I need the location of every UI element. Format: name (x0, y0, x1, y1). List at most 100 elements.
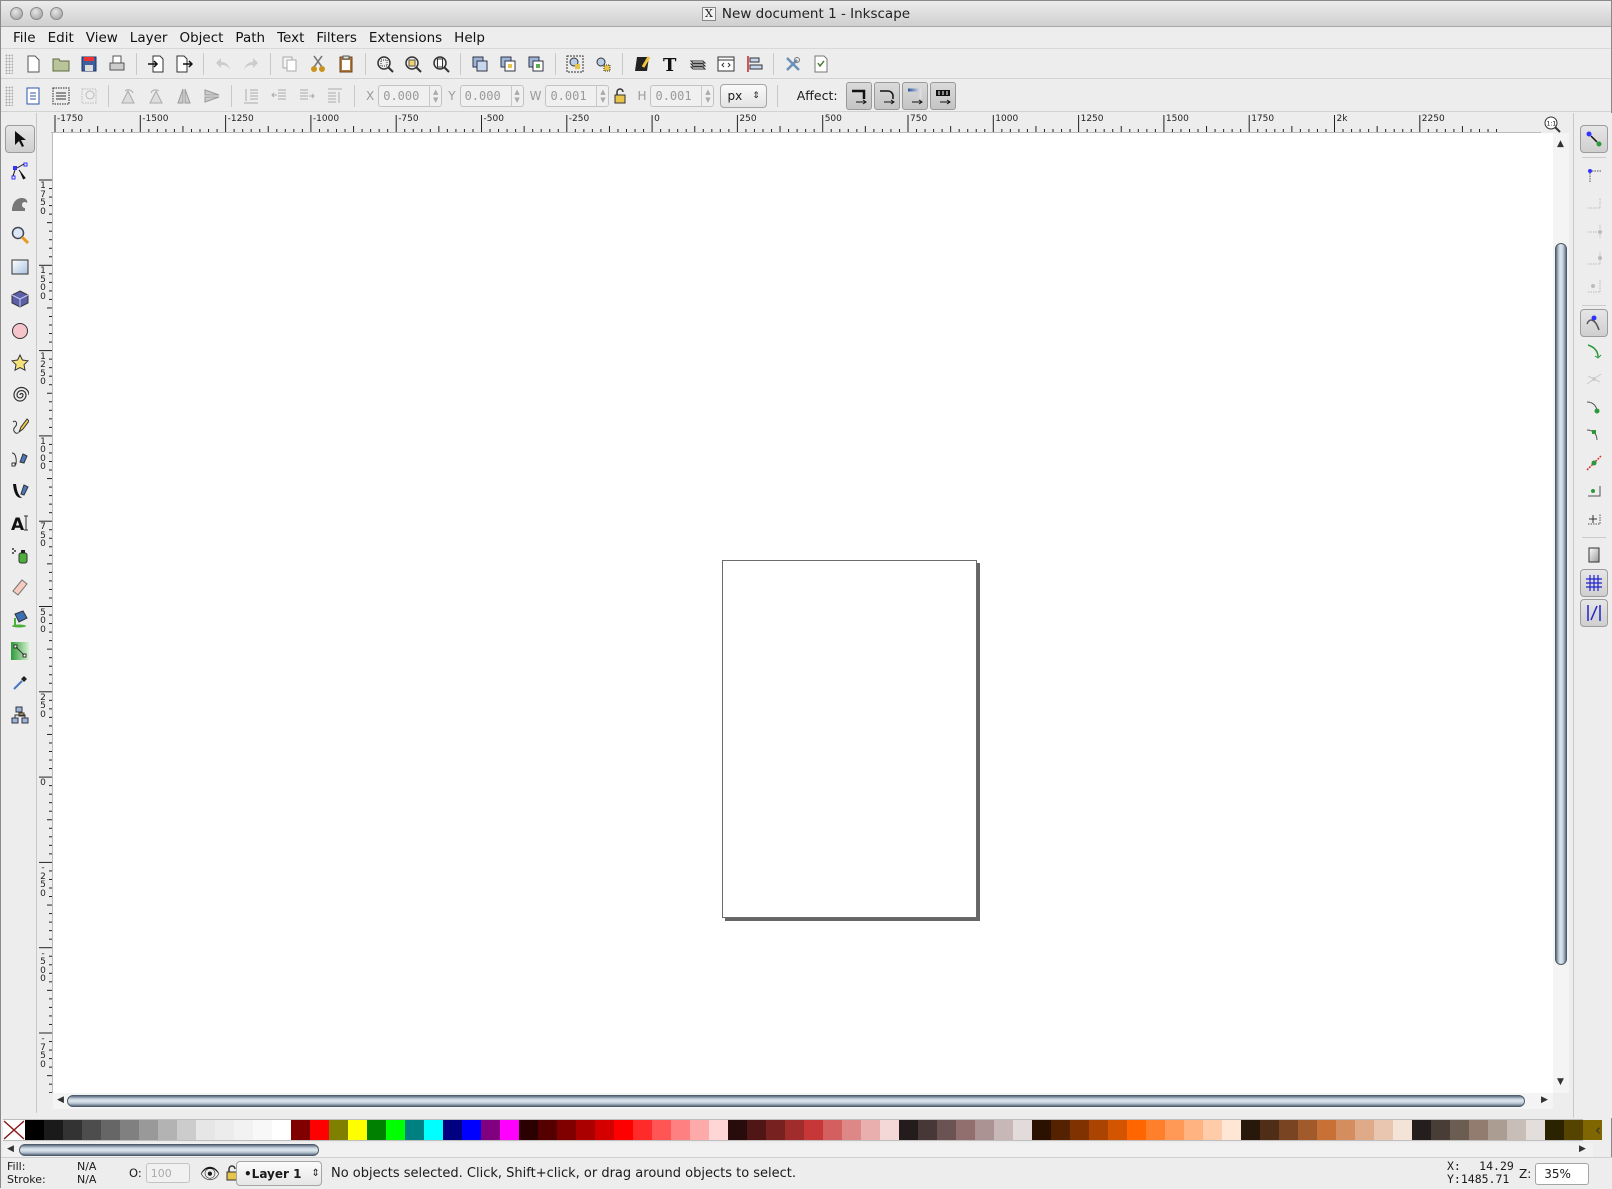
menu-extensions[interactable]: Extensions (363, 30, 448, 46)
snap-enable-toggle[interactable] (1580, 125, 1608, 153)
y-input[interactable] (460, 85, 511, 106)
affect-gradients-toggle[interactable] (901, 81, 928, 110)
tool-spray[interactable] (5, 541, 35, 569)
palette-swatch[interactable] (1526, 1120, 1545, 1140)
open-button[interactable] (47, 50, 75, 78)
select-all-layers-button[interactable] (47, 82, 75, 110)
snap-intersection-toggle[interactable] (1580, 365, 1608, 393)
current-layer-select[interactable]: •Layer 1 ⇕ (236, 1161, 322, 1186)
palette-swatch[interactable] (576, 1120, 595, 1140)
tool-dropper[interactable] (5, 669, 35, 697)
palette-swatch[interactable] (842, 1120, 861, 1140)
scroll-right-arrow[interactable]: ▶ (1541, 1095, 1548, 1105)
palette-swatch[interactable] (500, 1120, 519, 1140)
palette-swatch[interactable] (1070, 1120, 1089, 1140)
y-spin-arrows[interactable]: ▲ ▼ (510, 85, 523, 106)
palette-scroll-thumb[interactable] (19, 1144, 319, 1156)
zoom-spinbox[interactable]: 35% (1535, 1163, 1590, 1185)
cut-button[interactable] (304, 50, 332, 78)
palette-swatch[interactable] (215, 1120, 234, 1140)
palette-swatch[interactable] (1032, 1120, 1051, 1140)
layers-button[interactable] (684, 50, 712, 78)
ungroup-button[interactable] (589, 50, 617, 78)
fill-stroke-button[interactable] (628, 50, 656, 78)
menu-path[interactable]: Path (229, 30, 271, 46)
scroll-left-arrow[interactable]: ◀ (57, 1095, 64, 1105)
xml-editor-button[interactable] (712, 50, 740, 78)
h-spin-arrows[interactable]: ▲ ▼ (701, 85, 713, 106)
w-input[interactable] (546, 85, 597, 106)
palette-swatch[interactable] (196, 1120, 215, 1140)
palette-swatch[interactable] (880, 1120, 899, 1140)
snap-bbox-corner-toggle[interactable] (1580, 217, 1608, 245)
palette-swatch[interactable] (557, 1120, 576, 1140)
palette-swatch[interactable] (956, 1120, 975, 1140)
tool-connector[interactable] (5, 701, 35, 729)
no-paint-swatch[interactable] (3, 1120, 25, 1140)
new-document-button[interactable] (19, 50, 47, 78)
menu-filters[interactable]: Filters (310, 30, 362, 46)
palette-swatch[interactable] (348, 1120, 367, 1140)
palette-swatch[interactable] (975, 1120, 994, 1140)
zoom-selection-button[interactable] (371, 50, 399, 78)
undo-button[interactable] (209, 50, 237, 78)
palette-swatch[interactable] (177, 1120, 196, 1140)
palette-swatch[interactable] (595, 1120, 614, 1140)
tool-eraser[interactable] (5, 573, 35, 601)
lower-to-bottom-button[interactable] (237, 82, 265, 110)
opacity-spinbox[interactable]: 100 (145, 1163, 190, 1183)
palette-swatch[interactable] (63, 1120, 82, 1140)
palette-swatch[interactable] (253, 1120, 272, 1140)
palette-swatch[interactable] (1298, 1120, 1317, 1140)
menu-file[interactable]: File (7, 30, 42, 46)
palette-swatch[interactable] (1336, 1120, 1355, 1140)
h-spinbox[interactable]: ▲▼ (650, 84, 715, 107)
palette-swatch[interactable] (443, 1120, 462, 1140)
tool-ellipse[interactable] (5, 317, 35, 345)
tool-text[interactable]: A (5, 509, 35, 537)
affect-patterns-toggle[interactable] (929, 81, 956, 110)
w-spinbox[interactable]: ▲▼ (545, 84, 610, 107)
zoom-1to1-icon[interactable]: 1:1 (1543, 115, 1563, 133)
palette-swatch[interactable] (386, 1120, 405, 1140)
deselect-button[interactable] (75, 82, 103, 110)
w-spin-arrows[interactable]: ▲ ▼ (596, 85, 608, 106)
tool-calligraphy[interactable] (5, 477, 35, 505)
snap-bbox-midpoint-toggle[interactable] (1580, 245, 1608, 273)
palette-swatch[interactable] (1545, 1120, 1564, 1140)
paste-button[interactable] (332, 50, 360, 78)
snap-bbox-edge-toggle[interactable] (1580, 189, 1608, 217)
palette-swatch[interactable] (861, 1120, 880, 1140)
palette-swatch[interactable] (1374, 1120, 1393, 1140)
palette-swatch[interactable] (291, 1120, 310, 1140)
vertical-scrollbar[interactable]: ▲ ▼ (1553, 133, 1569, 1093)
tool-paint-bucket[interactable] (5, 605, 35, 633)
duplicate-button[interactable] (466, 50, 494, 78)
vertical-ruler[interactable]: 1750 1500 1250 1000 750 500 250 0 -250 -500 -750 (37, 133, 53, 1093)
palette-swatch[interactable] (329, 1120, 348, 1140)
zoom-page-button[interactable] (427, 50, 455, 78)
close-window-button[interactable] (10, 7, 23, 20)
x-input[interactable] (379, 85, 430, 106)
palette-swatch[interactable] (652, 1120, 671, 1140)
palette-swatch[interactable] (1127, 1120, 1146, 1140)
palette-swatch[interactable] (1241, 1120, 1260, 1140)
zoom-drawing-button[interactable] (399, 50, 427, 78)
palette-swatch[interactable] (25, 1120, 44, 1140)
tool-gradient[interactable] (5, 637, 35, 665)
save-button[interactable] (75, 50, 103, 78)
palette-swatch[interactable] (1393, 1120, 1412, 1140)
tool-tweak[interactable] (5, 189, 35, 217)
tool-rectangle[interactable] (5, 253, 35, 281)
palette-swatch[interactable] (1222, 1120, 1241, 1140)
palette-scroll-left-arrow[interactable]: ◀ (7, 1144, 14, 1154)
palette-swatch[interactable] (405, 1120, 424, 1140)
palette-swatch[interactable] (1317, 1120, 1336, 1140)
tool-spiral[interactable] (5, 381, 35, 409)
document-properties-button[interactable] (807, 50, 835, 78)
palette-swatch[interactable] (538, 1120, 557, 1140)
h-input[interactable] (651, 85, 702, 106)
tool-star[interactable] (5, 349, 35, 377)
zoom-window-button[interactable] (50, 7, 63, 20)
palette-swatch[interactable] (804, 1120, 823, 1140)
